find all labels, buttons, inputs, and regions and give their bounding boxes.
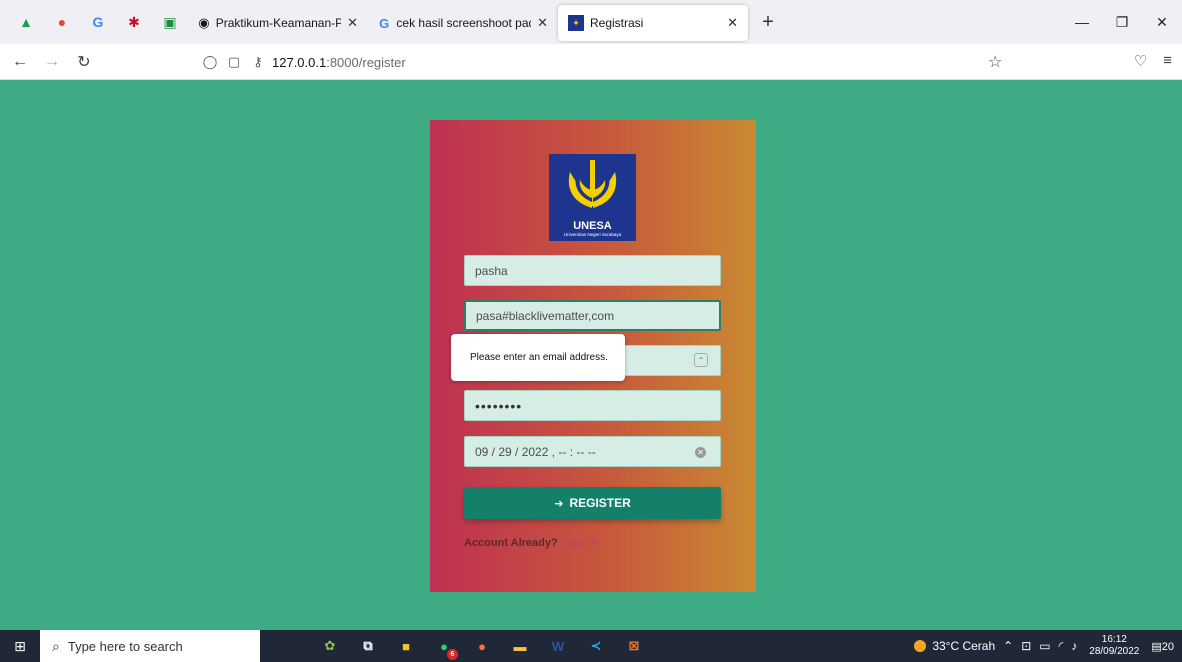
logo-subtitle: Universitas Negeri Surabaya [563,232,622,237]
close-icon[interactable]: ✕ [347,15,358,31]
tab-registrasi[interactable]: ✦ Registrasi ✕ [558,5,748,41]
system-tray: 33°C Cerah ⌃ ⊡ ▭ ◜ ♪ 16:12 28/09/2022 ▤2… [914,630,1182,662]
password-input-value: •••••••• [475,397,523,414]
whatsapp-icon[interactable]: ● 6 [430,632,458,660]
search-icon: ⌕ [52,637,60,654]
volume-icon[interactable]: ♪ [1071,639,1077,653]
pocket-icon[interactable]: ♡ [1134,52,1147,70]
account-already: Account Already? Sign In [464,537,597,549]
firefox-icon[interactable]: ● [468,632,496,660]
spinner-icon[interactable]: ⌃ [694,353,708,367]
name-input-value: pasha [475,263,508,278]
pinned-tabs: ▲ ● G ✱ ▣ [0,4,188,40]
register-button-label: REGISTER [569,496,631,510]
back-arrow-icon[interactable]: ← [8,50,32,74]
word-icon[interactable]: W [544,632,572,660]
close-icon[interactable]: ✕ [537,15,548,31]
email-input-value: pasa#blacklivematter,com [476,308,615,323]
tab-label: Registrasi [590,16,644,30]
tab-strip: ▲ ● G ✱ ▣ ◉ Praktikum-Keamanan-Perangka … [0,0,1182,44]
menu-icon[interactable]: ≡ [1163,52,1172,70]
register-button[interactable]: ➜ REGISTER [464,487,721,519]
forward-arrow-icon[interactable]: → [40,50,64,74]
classroom-icon[interactable]: ▣ [152,4,188,40]
sticky-notes-icon[interactable]: ■ [392,632,420,660]
google-drive-icon[interactable]: ▲ [8,4,44,40]
tooltip-text: Please enter an email address. [470,352,608,363]
close-window-button[interactable]: ✕ [1142,0,1182,44]
notifications-icon[interactable]: ▤20 [1151,640,1174,653]
key-icon[interactable]: ⚷ [248,54,268,70]
close-icon[interactable]: ✕ [727,15,738,31]
minimize-button[interactable]: — [1062,0,1102,44]
network-icon[interactable]: ⊡ [1021,639,1031,653]
github-icon: ◉ [198,15,210,30]
vscode-icon[interactable]: ≺ [582,632,610,660]
taskbar: ⊞ ⌕ Type here to search ✿ ⧉ ■ ● 6 ● ▬ W ≺… [0,630,1182,662]
taskbar-apps: ✿ ⧉ ■ ● 6 ● ▬ W ≺ ⊠ [316,632,648,660]
clock-time: 16:12 [1101,634,1127,645]
flag-icon[interactable]: ✱ [116,4,152,40]
tab-google-search[interactable]: G cek hasil screenshoot pada wind ✕ [368,5,558,41]
shield-icon[interactable]: ◯ [200,54,220,70]
restore-button[interactable]: ❐ [1102,0,1142,44]
name-input[interactable]: pasha [464,255,721,286]
page-icon[interactable]: ▢ [224,54,244,70]
tab-label: Praktikum-Keamanan-Perangka [215,16,342,30]
task-view-icon[interactable]: ⧉ [354,632,382,660]
window-controls: — ❐ ✕ [1062,0,1182,44]
google-maps-icon[interactable]: ● [44,4,80,40]
sign-in-link[interactable]: Sign In [561,537,598,549]
bookmark-star-icon[interactable]: ☆ [988,52,1002,72]
battery-icon[interactable]: ▭ [1039,639,1050,653]
url-path: :8000/register [326,54,406,70]
tab-label: cek hasil screenshoot pada wind [396,16,531,30]
password-input[interactable]: •••••••• [464,390,721,421]
reload-icon[interactable]: ↻ [72,50,96,74]
weather-widget-icon[interactable]: ✿ [316,632,344,660]
windows-start-icon[interactable]: ⊞ [0,630,40,662]
notification-badge: 6 [447,649,458,660]
chevron-up-icon[interactable]: ⌃ [1003,639,1013,653]
wifi-icon[interactable]: ◜ [1059,639,1064,653]
weather-text[interactable]: 33°C Cerah [932,639,995,653]
url-bar[interactable]: ◯ ▢ ⚷ 127.0.0.1:8000/register [200,48,1030,76]
xampp-icon[interactable]: ⊠ [620,632,648,660]
unesa-emblem-icon [568,160,617,208]
validation-tooltip: Please enter an email address. [451,334,625,381]
taskbar-search[interactable]: ⌕ Type here to search [40,630,260,662]
google-icon[interactable]: G [80,4,116,40]
tab-github[interactable]: ◉ Praktikum-Keamanan-Perangka ✕ [188,5,368,41]
unesa-logo: UNESA Universitas Negeri Surabaya [549,154,636,241]
new-tab-button[interactable]: + [754,8,782,36]
toolbar-right: ♡ ≡ [1134,52,1172,70]
sun-icon [914,640,927,652]
search-placeholder: Type here to search [67,638,183,654]
clock[interactable]: 16:12 28/09/2022 [1089,634,1139,658]
account-text: Account Already? [464,537,558,549]
url-host: 127.0.0.1 [272,54,327,70]
unesa-logo-icon: ✦ [568,15,584,31]
datetime-input[interactable]: 09 / 29 / 2022 , -- : -- -- ✕ [464,436,721,467]
email-input[interactable]: pasa#blacklivematter,com [464,300,721,331]
navigation-bar: ← → ↻ ◯ ▢ ⚷ 127.0.0.1:8000/register ☆ ♡ … [0,44,1182,80]
sign-in-icon: ➜ [554,497,564,510]
file-explorer-icon[interactable]: ▬ [506,632,534,660]
google-icon: G [379,15,390,31]
datetime-input-value: 09 / 29 / 2022 , -- : -- -- [475,444,596,459]
clear-icon[interactable]: ✕ [695,447,706,458]
clock-date: 28/09/2022 [1089,646,1140,657]
notification-count: 20 [1161,640,1174,653]
logo-name: UNESA [573,220,612,232]
